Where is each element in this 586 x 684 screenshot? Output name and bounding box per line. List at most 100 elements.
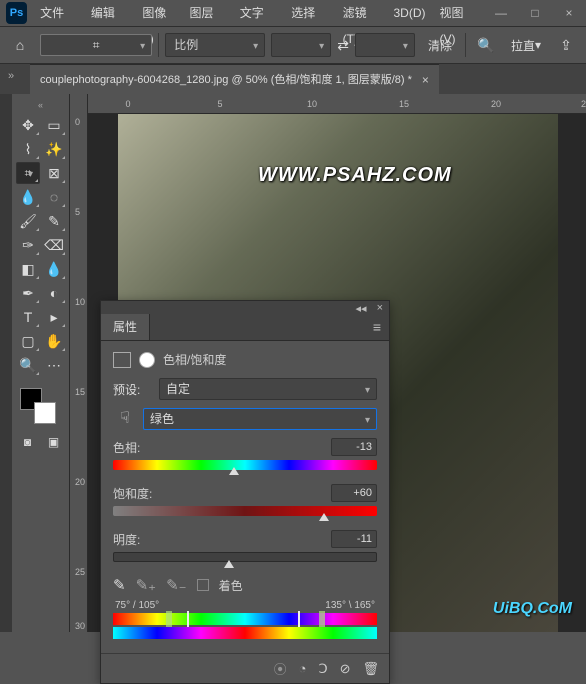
hue-label: 色相: <box>113 439 140 456</box>
menu-select[interactable]: 选择(S) <box>284 0 335 26</box>
brush-tool-icon[interactable]: 🖌 <box>16 210 40 232</box>
panel-menu-icon[interactable]: ≡ <box>365 314 389 340</box>
pen-tool-icon[interactable]: ✒ <box>16 282 40 304</box>
colorize-checkbox[interactable] <box>197 579 209 591</box>
menu-image[interactable]: 图像(I) <box>135 0 182 26</box>
eraser-tool-icon[interactable]: ⌫ <box>42 234 66 256</box>
menu-type[interactable]: 文字(Y) <box>233 0 284 26</box>
quick-mask-icon[interactable]: ◙ <box>17 432 39 452</box>
lightness-track[interactable] <box>113 552 377 562</box>
eyedropper-sub-icon[interactable]: ✎₋ <box>166 576 187 594</box>
eyedropper-row: ✎ ✎₊ ✎₋ 着色 <box>113 576 377 594</box>
panel-close-icon[interactable]: × <box>377 302 383 314</box>
hue-thumb[interactable] <box>229 467 239 475</box>
home-icon[interactable]: ⌂ <box>6 31 34 59</box>
clip-to-layer-icon[interactable]: ⦿ <box>274 659 287 678</box>
ruler-vertical[interactable]: 0 5 10 15 20 25 30 <box>70 94 88 632</box>
ruler-horizontal[interactable]: 0 5 10 15 20 25 <box>88 94 586 114</box>
shape-tool-icon[interactable]: ▢ <box>16 330 40 352</box>
magic-wand-tool-icon[interactable]: ✨ <box>42 138 66 160</box>
toolbox: « ✥ ▭ ⌇ ✨ ⌗ ⊠ 💧 ◌ 🖌 ✎ ✑ ⌫ ◧ 💧 ✒ ◐ T ▸ ▢ … <box>12 94 70 632</box>
history-brush-tool-icon[interactable]: ✑ <box>16 234 40 256</box>
lightness-thumb[interactable] <box>224 560 234 568</box>
channel-row: ☟ 绿色 <box>113 408 377 430</box>
search-icon[interactable]: 🔍 <box>472 31 500 59</box>
toolbox-toggle-icon[interactable]: « <box>16 100 65 110</box>
panel-collapse-icon[interactable]: ◂◂ <box>356 302 367 315</box>
adjustment-header: 色相/饱和度 <box>113 351 377 368</box>
menu-view[interactable]: 视图(V) <box>433 0 484 26</box>
document-tab-strip: couplephotography-6004268_1280.jpg @ 50%… <box>0 64 586 94</box>
window-close-button[interactable]: × <box>552 0 586 26</box>
reset-icon[interactable]: Ↄ <box>318 661 327 677</box>
saturation-thumb[interactable] <box>319 513 329 521</box>
artboard-tool-icon[interactable]: ▭ <box>42 114 66 136</box>
screen-mode-icon[interactable]: ▣ <box>43 432 65 452</box>
saturation-track[interactable] <box>113 506 377 516</box>
swap-dimensions-icon[interactable]: ⇄ <box>337 37 349 54</box>
more-tools-icon[interactable]: ⋯ <box>42 354 66 376</box>
delete-icon[interactable]: 🗑 <box>362 661 379 677</box>
channel-dropdown[interactable]: 绿色 <box>143 408 377 430</box>
menu-3d[interactable]: 3D(D) <box>387 0 433 26</box>
window-minimize-button[interactable]: — <box>484 0 518 26</box>
view-previous-icon[interactable]: ◔ <box>299 661 307 676</box>
panel-tabs: 属性 ≡ <box>101 315 389 341</box>
quick-mask-row: ◙ ▣ <box>16 432 65 452</box>
eyedropper-tool-icon[interactable]: 💧 <box>16 186 40 208</box>
saturation-slider-row: 饱和度: +60 <box>113 484 377 516</box>
hue-range-strip-top[interactable] <box>113 613 377 625</box>
menu-edit[interactable]: 编辑(E) <box>84 0 135 26</box>
straighten-button[interactable]: 拉直 ▾ <box>506 31 546 59</box>
crop-tool-icon[interactable]: ⌗ <box>40 34 152 56</box>
hand-tool-icon[interactable]: ✋ <box>42 330 66 352</box>
close-tab-icon[interactable]: × <box>422 65 429 95</box>
lightness-value-input[interactable]: -11 <box>331 530 377 548</box>
share-icon[interactable]: ⇪ <box>552 31 580 59</box>
background-color[interactable] <box>34 402 56 424</box>
adjustment-icon[interactable] <box>113 352 131 368</box>
dodge-tool-icon[interactable]: ◐ <box>42 282 66 304</box>
window-maximize-button[interactable]: □ <box>518 0 552 26</box>
crop-width-input[interactable] <box>271 33 331 57</box>
eyedropper-add-icon[interactable]: ✎₊ <box>136 576 157 594</box>
ratio-preset-dropdown[interactable]: 比例 <box>165 33 265 57</box>
lasso-tool-icon[interactable]: ⌇ <box>16 138 40 160</box>
menu-filter[interactable]: 滤镜(T) <box>336 0 387 26</box>
crop-height-input[interactable] <box>355 33 415 57</box>
clear-button[interactable]: 清除 <box>421 31 459 59</box>
gradient-tool-icon[interactable]: ◧ <box>16 258 40 280</box>
hue-range-strip-bottom[interactable] <box>113 627 377 639</box>
adjustment-title: 色相/饱和度 <box>163 351 226 368</box>
marquee-tool-icon[interactable]: ◌ <box>42 186 66 208</box>
separator <box>158 33 159 57</box>
panel-footer: ⦿ ◔ Ↄ ⊘ 🗑 <box>101 653 389 683</box>
menu-file[interactable]: 文件(F) <box>33 0 84 26</box>
crop-tool-icon[interactable]: ⌗ <box>16 162 40 184</box>
doc-list-chevron-icon[interactable]: » <box>8 70 14 82</box>
toggle-visibility-icon[interactable]: ⊘ <box>340 661 351 677</box>
pencil-tool-icon[interactable]: ✎ <box>42 210 66 232</box>
zoom-tool-icon[interactable]: 🔍 <box>16 354 40 376</box>
hue-value-input[interactable]: -13 <box>331 438 377 456</box>
preset-dropdown[interactable]: 自定 <box>159 378 377 400</box>
mask-icon[interactable] <box>139 352 155 368</box>
menu-layer[interactable]: 图层(L) <box>182 0 232 26</box>
path-select-tool-icon[interactable]: ▸ <box>42 306 66 328</box>
document-title: couplephotography-6004268_1280.jpg @ 50%… <box>40 65 412 95</box>
tab-properties[interactable]: 属性 <box>101 314 150 340</box>
target-adjust-icon[interactable]: ☟ <box>113 408 137 430</box>
frame-tool-icon[interactable]: ⊠ <box>42 162 66 184</box>
saturation-value-input[interactable]: +60 <box>331 484 377 502</box>
move-tool-icon[interactable]: ✥ <box>16 114 40 136</box>
document-tab[interactable]: couplephotography-6004268_1280.jpg @ 50%… <box>30 64 439 94</box>
panel-drag-bar[interactable]: ◂◂ × <box>101 301 389 315</box>
hue-track[interactable] <box>113 460 377 470</box>
eyedropper-set-icon[interactable]: ✎ <box>113 576 126 594</box>
color-swatches[interactable] <box>16 386 65 426</box>
blur-tool-icon[interactable]: 💧 <box>42 258 66 280</box>
preset-row: 预设: 自定 <box>113 378 377 400</box>
lightness-label: 明度: <box>113 531 140 548</box>
type-tool-icon[interactable]: T <box>16 306 40 328</box>
watermark-top: WWW.PSAHZ.COM <box>258 164 452 187</box>
